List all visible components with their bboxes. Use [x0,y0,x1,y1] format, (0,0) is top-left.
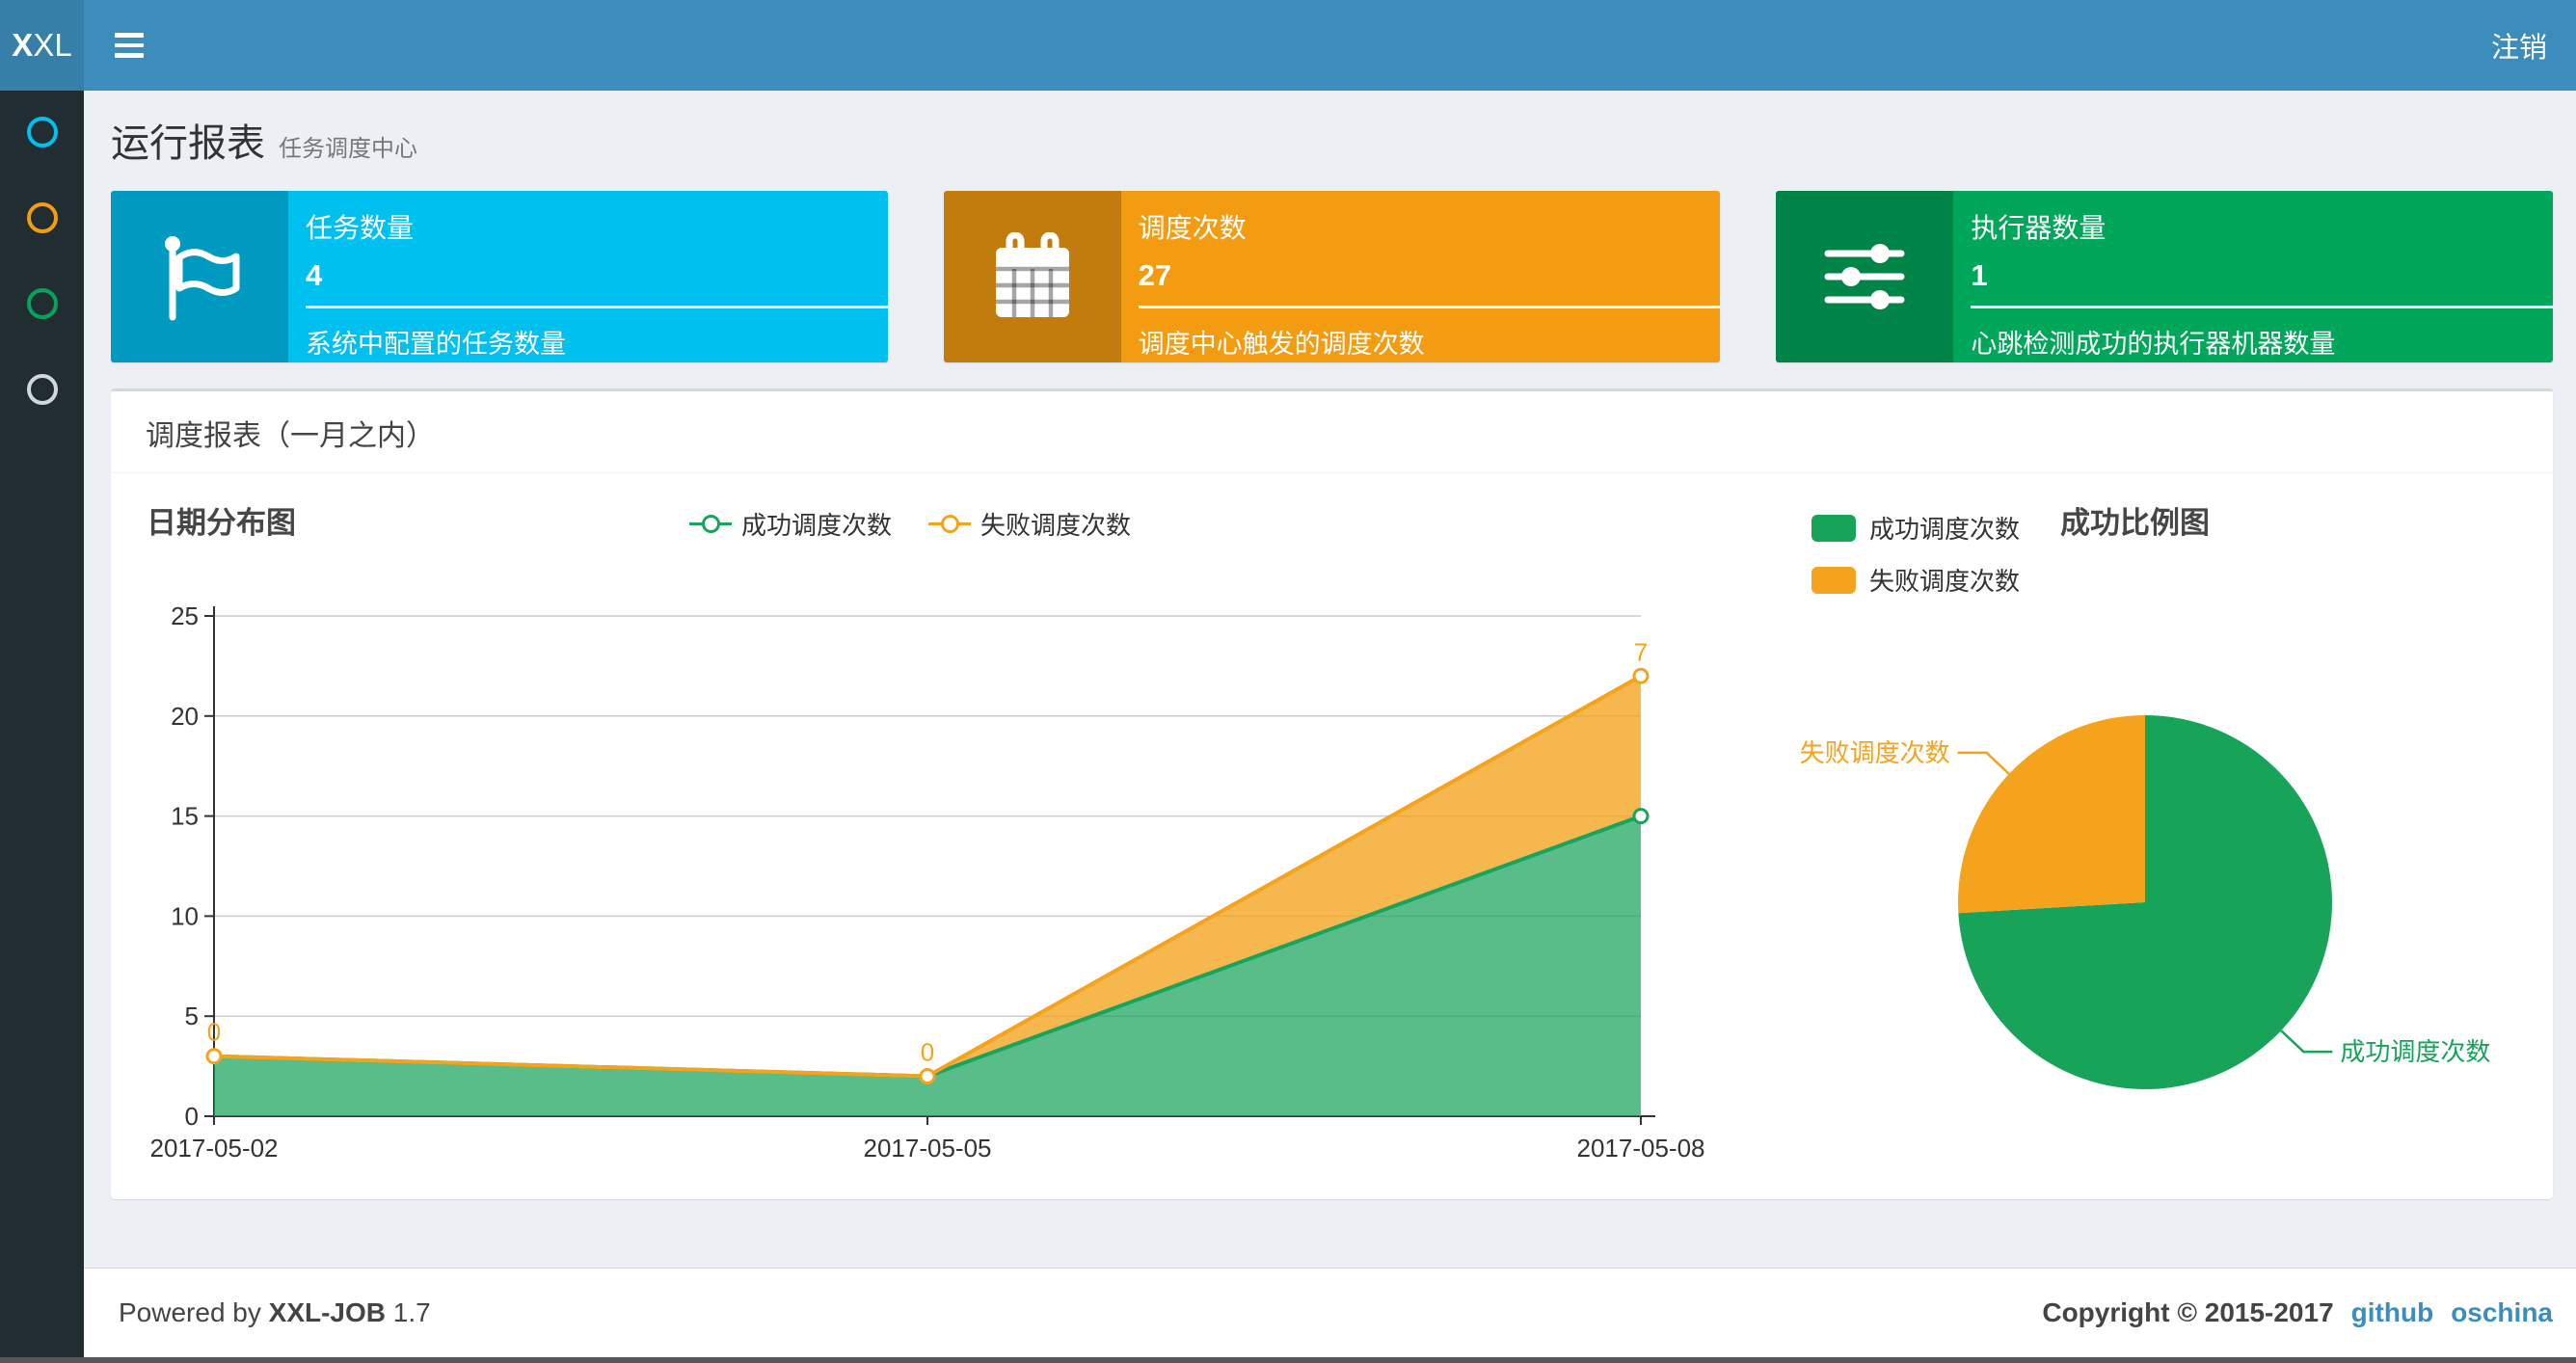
stat-box-jobs: 任务数量 4 系统中配置的任务数量 [111,191,888,362]
page-title: 运行报表 [111,122,265,165]
svg-text:7: 7 [1634,637,1648,666]
github-link[interactable]: github [2351,1297,2434,1328]
logo-bold: X [12,27,34,63]
sliders-icon [1776,191,1954,362]
stat-description: 调度中心触发的调度次数 [1138,330,1425,359]
oschina-link[interactable]: oschina [2451,1297,2553,1328]
bottom-strip [0,1357,2576,1363]
stat-value: 27 [1138,258,1172,292]
svg-text:20: 20 [171,702,199,731]
stat-divider [1971,306,2554,308]
sidebar-toggle-icon[interactable] [113,27,146,64]
stat-value: 4 [306,258,323,292]
svg-text:2017-05-02: 2017-05-02 [150,1134,279,1163]
page-subtitle: 任务调度中心 [279,136,417,162]
svg-text:2017-05-08: 2017-05-08 [1577,1134,1705,1163]
stat-box-jobs-text: 任务数量 4 系统中配置的任务数量 [288,191,888,362]
flag-icon [111,191,288,362]
success-ratio-pie: 成功调度次数 失败调度次数 [1800,715,2490,1089]
svg-text:成功调度次数: 成功调度次数 [2340,1037,2490,1066]
stat-box-row: 任务数量 4 系统中配置的任务数量 调度次数 27 调度中心触发的调度次数 执行… [111,191,2554,362]
date-distribution-chart: 05101520252017-05-02 2017-05-05 2017-05-08… [150,601,1705,1163]
svg-text:10: 10 [171,901,199,930]
svg-text:失败调度次数: 失败调度次数 [1800,738,1950,767]
page-header: 运行报表 任务调度中心 [111,112,2553,175]
svg-text:25: 25 [171,601,199,630]
svg-text:5: 5 [185,1002,199,1030]
sidebar-item-jobs-icon[interactable] [26,202,58,233]
stat-box-triggers: 调度次数 27 调度中心触发的调度次数 [943,191,1721,362]
sidebar [0,91,84,1357]
footer-right: Copyright © 2015-2017 github oschina [2042,1297,2553,1328]
top-navbar: X XL 注销 [0,0,2576,91]
svg-text:0: 0 [185,1102,199,1131]
sidebar-item-executors-icon[interactable] [26,374,58,405]
svg-text:0: 0 [207,1018,221,1047]
stat-label: 执行器数量 [1971,213,2106,243]
app-window: X XL 注销 运行报表 任务调度中心 任务数量 4 系统中配置的任务数量 调度… [0,0,2576,1363]
svg-text:2017-05-05: 2017-05-05 [864,1134,992,1163]
report-panel-body: 日期分布图 成功调度次数 失败调度次数 0 5 10 15 20 25 2017-05-02… [111,473,2553,1203]
sidebar-item-logs-icon[interactable] [26,288,58,319]
product-version: 1.7 [392,1297,431,1327]
stat-value: 1 [1971,258,1988,292]
stat-description: 心跳检测成功的执行器机器数量 [1971,330,2336,359]
stat-label: 调度次数 [1138,213,1247,243]
powered-by-text: Powered by XXL-JOB 1.7 [119,1297,431,1327]
svg-text:15: 15 [171,802,199,831]
stat-description: 系统中配置的任务数量 [306,330,566,359]
main-content: 运行报表 任务调度中心 任务数量 4 系统中配置的任务数量 调度次数 27 调度… [84,91,2576,1357]
app-logo[interactable]: X XL [0,0,84,91]
stat-box-executors: 执行器数量 1 心跳检测成功的执行器机器数量 [1776,191,2554,362]
stat-label: 任务数量 [306,213,415,243]
logo-rest: XL [33,27,72,63]
date-distribution-chart-area: 日期分布图 成功调度次数 失败调度次数 0 5 10 15 20 25 2017-05-02… [111,473,1711,1203]
stat-divider [306,306,888,308]
sidebar-item-report-icon[interactable] [26,117,58,147]
page-footer: Powered by XXL-JOB 1.7 Copyright © 2015-… [84,1268,2576,1357]
svg-text:0: 0 [921,1037,934,1066]
navbar-main: 注销 [84,0,2576,91]
stat-divider [1138,306,1721,308]
copyright-text: Copyright © 2015-2017 [2042,1297,2334,1327]
stat-box-triggers-text: 调度次数 27 调度中心触发的调度次数 [1121,191,1721,362]
success-ratio-chart-area: 成功调度次数 失败调度次数 成功比例图 成功调度次数 失败调度次数 [1711,473,2553,1203]
product-name: XXL-JOB [268,1297,387,1327]
report-panel: 调度报表（一月之内） 日期分布图 成功调度次数 失败调度次数 0 5 10 15… [111,388,2553,1199]
report-panel-title: 调度报表（一月之内） [111,391,2553,473]
calendar-icon [943,191,1121,362]
logout-link[interactable]: 注销 [2491,25,2547,66]
stat-box-executors-text: 执行器数量 1 心跳检测成功的执行器机器数量 [1953,191,2554,362]
